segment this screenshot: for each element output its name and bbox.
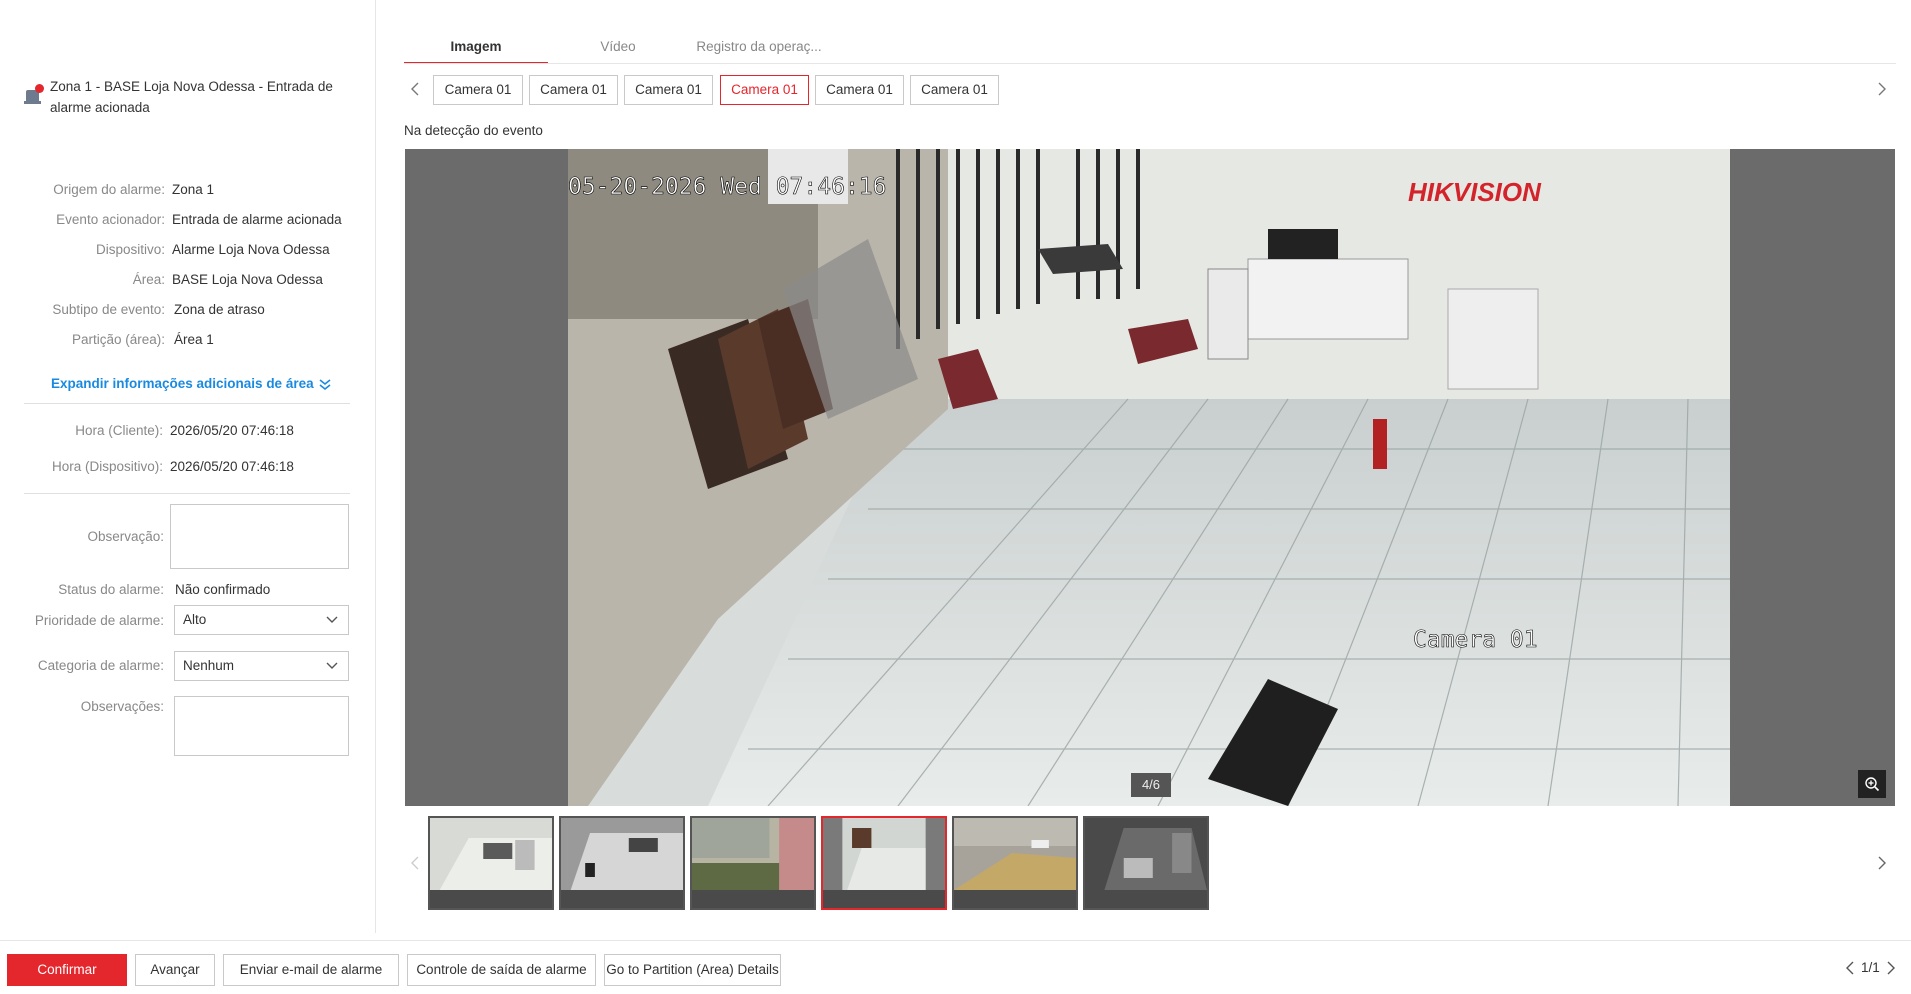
detail-label: Subtipo de evento: bbox=[52, 302, 165, 317]
camera-button-active[interactable]: Camera 01 bbox=[720, 75, 809, 105]
image-counter: 4/6 bbox=[1131, 773, 1171, 797]
detail-label: Partição (área): bbox=[71, 332, 165, 347]
time-value: 2026/05/20 07:46:18 bbox=[170, 423, 294, 438]
detail-value: Área 1 bbox=[174, 332, 214, 347]
tab-divider bbox=[404, 63, 1896, 64]
detail-label: Área: bbox=[132, 272, 165, 287]
detail-row-origin: Origem do alarme: Zona 1 bbox=[0, 180, 376, 200]
status-label: Status do alarme: bbox=[58, 582, 164, 597]
detail-value: Zona 1 bbox=[172, 182, 215, 197]
tab-operation-log[interactable]: Registro da operaç... bbox=[688, 30, 830, 64]
detail-value: Alarme Loja Nova Odessa bbox=[172, 242, 330, 257]
category-select[interactable]: Nenhum bbox=[174, 651, 349, 681]
chevron-left-icon[interactable] bbox=[408, 81, 424, 97]
capture-caption: Na detecção do evento bbox=[404, 123, 543, 138]
detail-value: Zona de atraso bbox=[174, 302, 265, 317]
detail-row-partition: Partição (área): Área 1 bbox=[0, 330, 376, 350]
detail-row-trigger: Evento acionador: Entrada de alarme acio… bbox=[0, 210, 376, 230]
divider bbox=[24, 403, 350, 404]
detail-row-subtype: Subtipo de evento: Zona de atraso bbox=[0, 300, 376, 320]
osd-camera-name: Camera 01 bbox=[1413, 627, 1538, 653]
expand-label: Expandir informações adicionais de área bbox=[51, 376, 314, 391]
tab-video[interactable]: Vídeo bbox=[548, 30, 688, 64]
cctv-snapshot-image: 05-20-2026 Wed 07:46:16 HIKVISION Camera… bbox=[568, 149, 1730, 806]
detail-label: Dispositivo: bbox=[95, 242, 165, 257]
confirm-button[interactable]: Confirmar bbox=[7, 954, 127, 986]
thumbnail[interactable] bbox=[1083, 816, 1209, 910]
next-button[interactable]: Avançar bbox=[135, 954, 215, 986]
footer-divider bbox=[0, 940, 1911, 941]
osd-timestamp: 05-20-2026 Wed 07:46:16 bbox=[568, 174, 887, 200]
tab-image[interactable]: Imagem bbox=[404, 30, 548, 64]
alarm-details-panel: Zona 1 - BASE Loja Nova Odessa - Entrada… bbox=[0, 0, 376, 933]
time-row-device: Hora (Dispositivo): 2026/05/20 07:46:18 bbox=[0, 457, 376, 477]
camera-button[interactable]: Camera 01 bbox=[624, 75, 713, 105]
detail-value: BASE Loja Nova Odessa bbox=[172, 272, 323, 287]
thumbnail-selected[interactable] bbox=[821, 816, 947, 910]
alarm-zone-icon bbox=[24, 84, 44, 106]
chevron-right-icon[interactable] bbox=[1873, 81, 1889, 97]
thumbnail-image bbox=[1085, 818, 1207, 890]
time-label: Hora (Dispositivo): bbox=[51, 459, 163, 474]
thumbnail-image bbox=[692, 818, 814, 890]
thumbnail-image bbox=[954, 818, 1076, 890]
go-to-partition-details-button[interactable]: Go to Partition (Area) Details bbox=[604, 954, 781, 986]
time-value: 2026/05/20 07:46:18 bbox=[170, 459, 294, 474]
camera-button[interactable]: Camera 01 bbox=[529, 75, 618, 105]
priority-label: Prioridade de alarme: bbox=[34, 613, 164, 628]
detail-label: Evento acionador: bbox=[56, 212, 165, 227]
thumbnail-image bbox=[823, 818, 945, 890]
chevron-right-icon[interactable] bbox=[1873, 855, 1889, 871]
alarm-output-control-button[interactable]: Controle de saída de alarme bbox=[407, 954, 596, 986]
detail-row-area: Área: BASE Loja Nova Odessa bbox=[0, 270, 376, 290]
detail-row-device: Dispositivo: Alarme Loja Nova Odessa bbox=[0, 240, 376, 260]
detail-value: Entrada de alarme acionada bbox=[172, 212, 342, 227]
time-label: Hora (Cliente): bbox=[75, 423, 163, 438]
divider bbox=[24, 493, 350, 494]
status-value: Não confirmado bbox=[175, 582, 271, 597]
camera-button[interactable]: Camera 01 bbox=[433, 75, 523, 105]
thumbnail[interactable] bbox=[428, 816, 554, 910]
pagination: 1/1 bbox=[1845, 960, 1896, 975]
thumbnail[interactable] bbox=[952, 816, 1078, 910]
alarm-header: Zona 1 - BASE Loja Nova Odessa - Entrada… bbox=[24, 76, 354, 118]
zoom-button[interactable] bbox=[1858, 770, 1886, 798]
expand-area-info-link[interactable]: Expandir informações adicionais de área bbox=[51, 376, 332, 391]
category-label: Categoria de alarme: bbox=[37, 658, 164, 673]
osd-brand-logo: HIKVISION bbox=[1408, 177, 1542, 207]
chevron-down-icon bbox=[326, 616, 338, 623]
double-chevron-down-icon bbox=[319, 378, 331, 390]
camera-button[interactable]: Camera 01 bbox=[815, 75, 904, 105]
chevron-left-icon[interactable] bbox=[408, 855, 424, 871]
category-value: Nenhum bbox=[183, 658, 235, 673]
chevron-left-icon[interactable] bbox=[1845, 961, 1855, 975]
status-dot bbox=[35, 84, 44, 93]
chevron-right-icon[interactable] bbox=[1886, 961, 1896, 975]
thumbnail-image bbox=[561, 818, 683, 890]
observation-label: Observação: bbox=[87, 529, 164, 544]
snapshot-viewer[interactable]: 05-20-2026 Wed 07:46:16 HIKVISION Camera… bbox=[405, 149, 1895, 806]
status-row: Status do alarme: Não confirmado bbox=[0, 580, 376, 600]
alarm-title: Zona 1 - BASE Loja Nova Odessa - Entrada… bbox=[50, 79, 333, 115]
zoom-in-icon bbox=[1865, 777, 1880, 792]
notes-label: Observações: bbox=[80, 699, 164, 714]
observation-field[interactable] bbox=[170, 504, 349, 569]
send-alarm-email-button[interactable]: Enviar e-mail de alarme bbox=[223, 954, 399, 986]
chevron-down-icon bbox=[326, 662, 338, 669]
thumbnail[interactable] bbox=[559, 816, 685, 910]
page-indicator: 1/1 bbox=[1861, 960, 1880, 975]
priority-value: Alto bbox=[183, 612, 207, 627]
time-row-client: Hora (Cliente): 2026/05/20 07:46:18 bbox=[0, 421, 376, 441]
thumbnail-image bbox=[430, 818, 552, 890]
camera-button[interactable]: Camera 01 bbox=[910, 75, 999, 105]
priority-select[interactable]: Alto bbox=[174, 605, 349, 635]
notes-field[interactable] bbox=[174, 696, 349, 756]
detail-label: Origem do alarme: bbox=[53, 182, 165, 197]
thumbnail[interactable] bbox=[690, 816, 816, 910]
